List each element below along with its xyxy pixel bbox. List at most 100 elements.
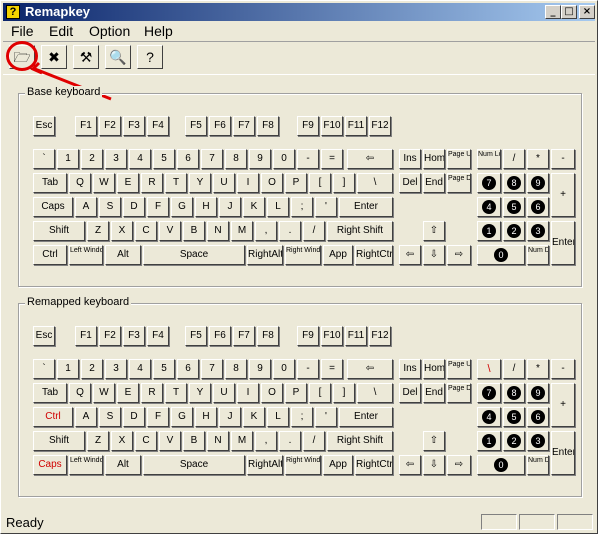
base-key-pgup[interactable]: Page Up xyxy=(447,149,471,169)
base-key-rshift[interactable]: Right Shift xyxy=(327,221,393,241)
base-key-d[interactable]: D xyxy=(123,197,145,217)
base-key-o[interactable]: O xyxy=(261,173,283,193)
base-key-f8[interactable]: F8 xyxy=(257,116,279,136)
remapped-key-n2[interactable]: 2 xyxy=(81,359,103,379)
base-key-right[interactable]: ⇨ xyxy=(447,245,471,265)
base-key-n1[interactable]: 1 xyxy=(57,149,79,169)
base-key-ralt[interactable]: RightAlt xyxy=(247,245,283,265)
base-key-left[interactable]: ⇦ xyxy=(399,245,421,265)
remapped-key-backspace[interactable]: ⇦ xyxy=(347,359,393,379)
remapped-key-rshift[interactable]: Right Shift xyxy=(327,431,393,451)
remapped-key-l[interactable]: L xyxy=(267,407,289,427)
base-key-ins[interactable]: Ins xyxy=(399,149,421,169)
remapped-key-ctrl[interactable]: Caps xyxy=(33,455,67,475)
remapped-key-left[interactable]: ⇦ xyxy=(399,455,421,475)
remapped-key-np5[interactable]: 5 xyxy=(503,407,525,427)
remapped-key-t[interactable]: T xyxy=(165,383,187,403)
remapped-key-f11[interactable]: F11 xyxy=(345,326,367,346)
base-key-f3[interactable]: F3 xyxy=(123,116,145,136)
remapped-key-pgdn[interactable]: Page Down xyxy=(447,383,471,403)
base-key-lwin[interactable]: Left Windows xyxy=(69,245,103,265)
base-key-x[interactable]: X xyxy=(111,221,133,241)
base-key-np9[interactable]: 9 xyxy=(527,173,549,193)
remapped-key-ralt[interactable]: RightAlt xyxy=(247,455,283,475)
base-key-tab[interactable]: Tab xyxy=(33,173,67,193)
base-key-f2[interactable]: F2 xyxy=(99,116,121,136)
base-key-f[interactable]: F xyxy=(147,197,169,217)
remapped-key-numlock[interactable]: \ xyxy=(477,359,501,379)
base-key-f7[interactable]: F7 xyxy=(233,116,255,136)
base-key-l[interactable]: L xyxy=(267,197,289,217)
base-key-quote[interactable]: ' xyxy=(315,197,337,217)
remapped-key-nadd[interactable]: + xyxy=(551,383,575,427)
remapped-key-tab[interactable]: Tab xyxy=(33,383,67,403)
remapped-key-period[interactable]: . xyxy=(279,431,301,451)
remapped-key-f5[interactable]: F5 xyxy=(185,326,207,346)
remapped-key-o[interactable]: O xyxy=(261,383,283,403)
base-key-np8[interactable]: 8 xyxy=(503,173,525,193)
base-key-m[interactable]: M xyxy=(231,221,253,241)
remapped-key-f2[interactable]: F2 xyxy=(99,326,121,346)
remapped-key-n8[interactable]: 8 xyxy=(225,359,247,379)
menu-edit[interactable]: Edit xyxy=(49,23,73,39)
remapped-key-rwin[interactable]: Right Windows xyxy=(285,455,321,475)
remapped-key-q[interactable]: Q xyxy=(69,383,91,403)
base-key-rbracket[interactable]: ] xyxy=(333,173,355,193)
base-key-comma[interactable]: , xyxy=(255,221,277,241)
remapped-key-enter[interactable]: Enter xyxy=(339,407,393,427)
remapped-key-k[interactable]: K xyxy=(243,407,265,427)
base-key-rctrl[interactable]: RightCtrl xyxy=(355,245,393,265)
base-key-n[interactable]: N xyxy=(207,221,229,241)
base-key-np7[interactable]: 7 xyxy=(477,173,501,193)
base-key-esc[interactable]: Esc xyxy=(33,116,55,136)
remapped-key-right[interactable]: ⇨ xyxy=(447,455,471,475)
remapped-key-shift[interactable]: Shift xyxy=(33,431,85,451)
remapped-key-f8[interactable]: F8 xyxy=(257,326,279,346)
base-key-numlock[interactable]: Num Lock xyxy=(477,149,501,169)
remapped-key-m[interactable]: M xyxy=(231,431,253,451)
remapped-key-b[interactable]: B xyxy=(183,431,205,451)
remapped-key-g[interactable]: G xyxy=(171,407,193,427)
remapped-key-f[interactable]: F xyxy=(147,407,169,427)
base-key-home[interactable]: Home xyxy=(423,149,445,169)
minimize-button[interactable]: _ xyxy=(545,5,561,19)
base-key-lbracket[interactable]: [ xyxy=(309,173,331,193)
remapped-key-np1[interactable]: 1 xyxy=(477,431,501,451)
base-key-np4[interactable]: 4 xyxy=(477,197,501,217)
remapped-key-n1[interactable]: 1 xyxy=(57,359,79,379)
remapped-key-nenter[interactable]: Enter xyxy=(551,431,575,475)
remapped-key-quote[interactable]: ' xyxy=(315,407,337,427)
remapped-key-ins[interactable]: Ins xyxy=(399,359,421,379)
remapped-key-np0[interactable]: 0 xyxy=(477,455,525,475)
base-key-n9[interactable]: 9 xyxy=(249,149,271,169)
base-key-y[interactable]: Y xyxy=(189,173,211,193)
base-key-down[interactable]: ⇩ xyxy=(423,245,445,265)
remapped-key-s[interactable]: S xyxy=(99,407,121,427)
base-key-n6[interactable]: 6 xyxy=(177,149,199,169)
remapped-key-x[interactable]: X xyxy=(111,431,133,451)
remapped-key-n3[interactable]: 3 xyxy=(105,359,127,379)
base-key-i[interactable]: I xyxy=(237,173,259,193)
remapped-key-caps[interactable]: Ctrl xyxy=(33,407,73,427)
base-key-nenter[interactable]: Enter xyxy=(551,221,575,265)
remapped-key-nmul[interactable]: * xyxy=(527,359,549,379)
base-key-z[interactable]: Z xyxy=(87,221,109,241)
base-key-t[interactable]: T xyxy=(165,173,187,193)
remapped-key-n6[interactable]: 6 xyxy=(177,359,199,379)
base-key-f5[interactable]: F5 xyxy=(185,116,207,136)
remapped-key-comma[interactable]: , xyxy=(255,431,277,451)
base-key-slash[interactable]: / xyxy=(303,221,325,241)
base-key-app[interactable]: App xyxy=(323,245,353,265)
base-key-rwin[interactable]: Right Windows xyxy=(285,245,321,265)
remapped-key-w[interactable]: W xyxy=(93,383,115,403)
base-key-q[interactable]: Q xyxy=(69,173,91,193)
remapped-key-u[interactable]: U xyxy=(213,383,235,403)
base-key-np2[interactable]: 2 xyxy=(503,221,525,241)
remapped-key-np9[interactable]: 9 xyxy=(527,383,549,403)
base-key-enter[interactable]: Enter xyxy=(339,197,393,217)
remapped-key-minus[interactable]: - xyxy=(297,359,319,379)
remapped-key-np6[interactable]: 6 xyxy=(527,407,549,427)
title-bar[interactable]: ? Remapkey _ □ × xyxy=(3,3,595,21)
maximize-button[interactable]: □ xyxy=(561,5,577,19)
base-key-nsub[interactable]: - xyxy=(551,149,575,169)
